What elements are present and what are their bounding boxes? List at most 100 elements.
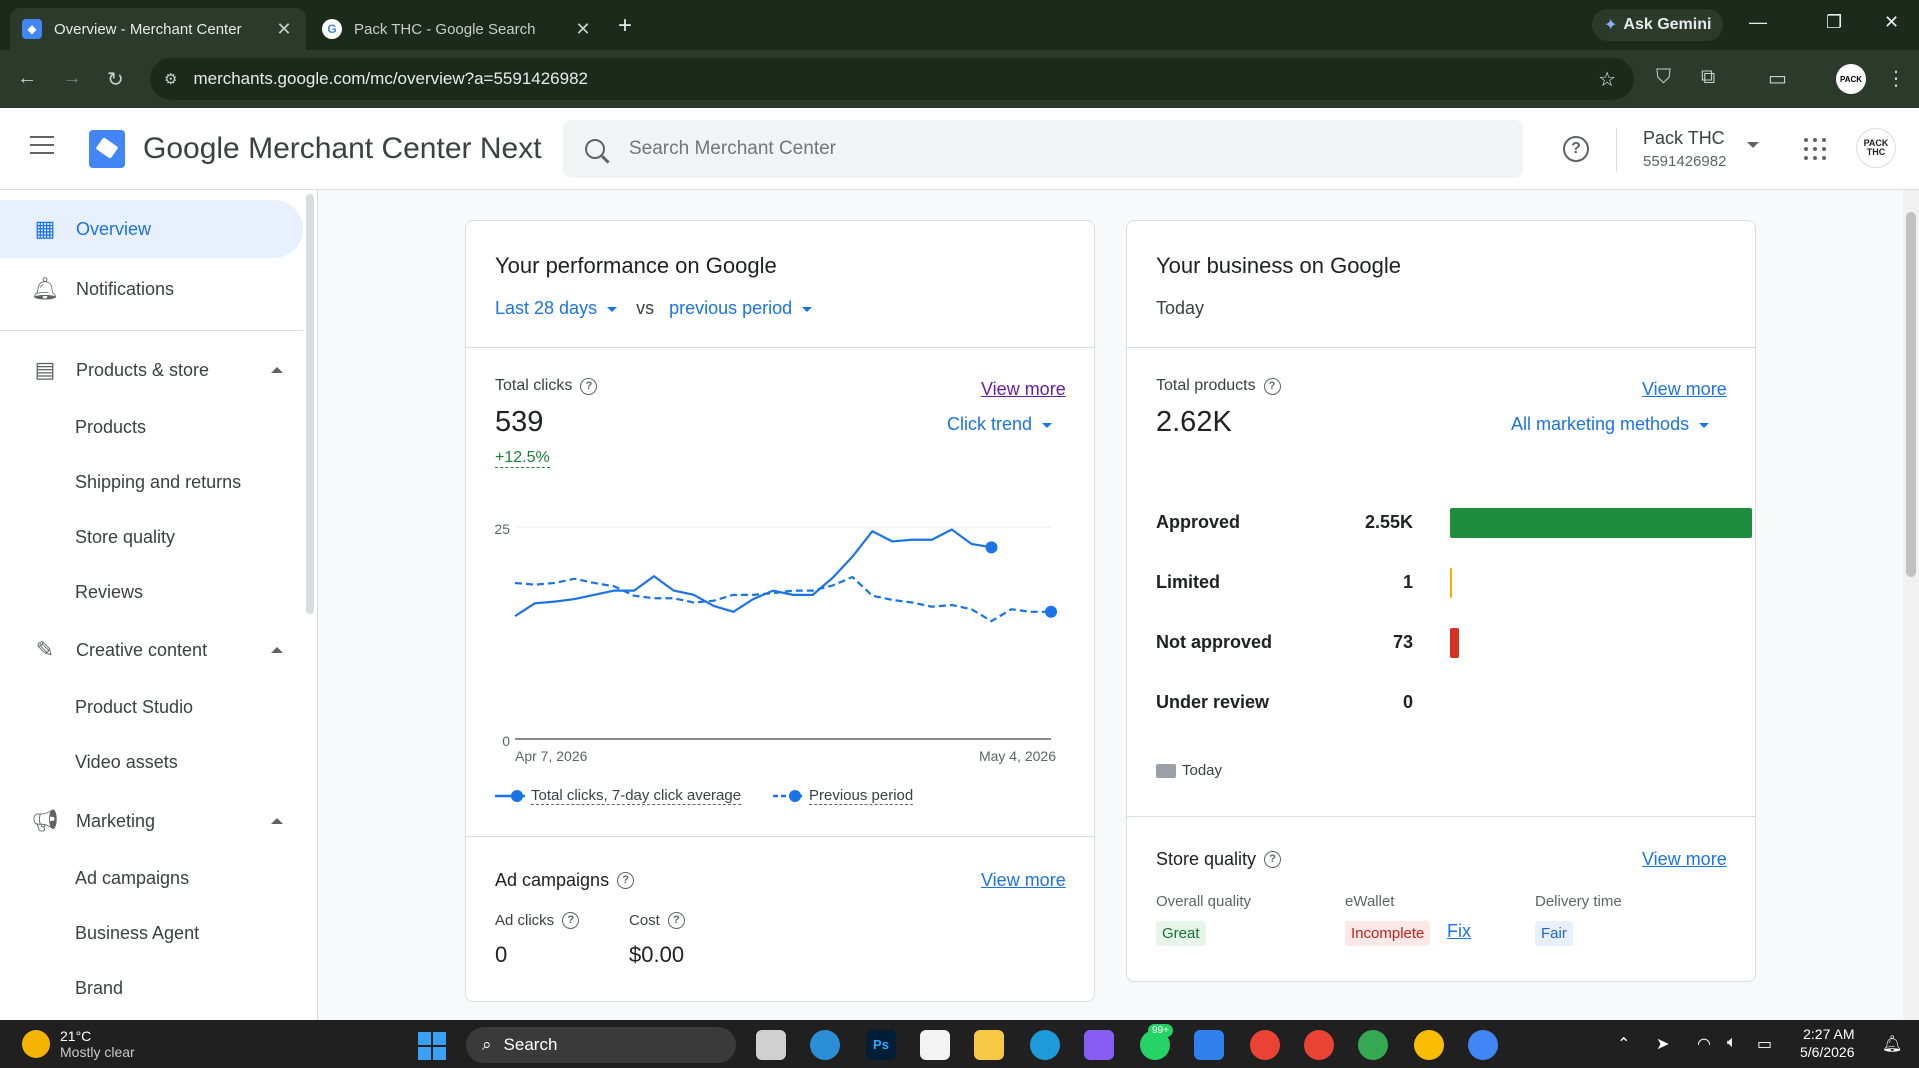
battery-icon[interactable]: ▭: [1757, 1034, 1772, 1054]
sidebar-item-ad-campaigns[interactable]: Ad campaigns: [75, 868, 189, 889]
status-row-not-approved[interactable]: Not approved 73: [1156, 628, 1726, 658]
chevron-up-icon[interactable]: [271, 367, 283, 373]
sidebar-item-notifications[interactable]: 🔔︎ Notifications: [0, 260, 303, 318]
sidebar-scrollbar[interactable]: [306, 194, 314, 614]
store-quality-view-more-link[interactable]: View more: [1642, 849, 1727, 870]
app-icon[interactable]: [810, 1030, 840, 1060]
search-input[interactable]: [629, 138, 1429, 160]
ask-gemini-button[interactable]: ✦ Ask Gemini: [1592, 9, 1724, 41]
chrome-icon[interactable]: [1358, 1030, 1388, 1060]
chrome-icon[interactable]: [1468, 1030, 1498, 1060]
help-circle-icon[interactable]: ?: [617, 872, 635, 889]
sidebar-item-products[interactable]: Products: [75, 417, 146, 438]
avatar[interactable]: PACK THC: [1856, 128, 1896, 168]
view-more-link[interactable]: View more: [1642, 379, 1727, 400]
chrome-icon[interactable]: [1414, 1030, 1444, 1060]
url-bar[interactable]: ⚙ merchants.google.com/mc/overview?a=559…: [150, 58, 1634, 100]
copilot-icon[interactable]: [1084, 1030, 1114, 1060]
extensions-puzzle-icon[interactable]: ⧉: [1701, 66, 1715, 89]
volume-icon[interactable]: 🔈︎: [1727, 1034, 1737, 1052]
total-products-value: 2.62K: [1156, 406, 1232, 438]
chrome-icon[interactable]: [1304, 1030, 1334, 1060]
sidebar-item-video-assets[interactable]: Video assets: [75, 752, 178, 773]
chevron-up-icon[interactable]: ⌃: [1617, 1034, 1630, 1054]
sidebar-item-brand[interactable]: Brand: [75, 978, 123, 999]
marketing-methods-dropdown[interactable]: All marketing methods: [1511, 414, 1723, 435]
sidebar-item-business-agent[interactable]: Business Agent: [75, 923, 199, 944]
help-icon[interactable]: ?: [1563, 136, 1589, 162]
date-range-dropdown[interactable]: Last 28 days: [495, 298, 597, 318]
restore-icon[interactable]: ❐: [1826, 12, 1842, 33]
status-row-approved[interactable]: Approved 2.55K: [1156, 508, 1752, 538]
account-id: 5591426982: [1643, 153, 1727, 170]
notifications-icon[interactable]: 🔔︎: [1882, 1034, 1902, 1054]
legend-previous[interactable]: Previous period: [773, 787, 914, 805]
sidebar-item-marketing[interactable]: 📢︎ Marketing: [0, 792, 303, 850]
compare-dropdown[interactable]: previous period: [669, 298, 792, 318]
main-menu-icon[interactable]: [30, 136, 54, 160]
location-icon[interactable]: ➤: [1656, 1034, 1669, 1054]
sidebar-item-reviews[interactable]: Reviews: [75, 582, 143, 603]
photoshop-icon[interactable]: Ps: [866, 1030, 896, 1060]
view-more-link[interactable]: View more: [981, 379, 1066, 400]
photos-icon[interactable]: [1194, 1030, 1224, 1060]
new-tab-icon[interactable]: +: [618, 12, 632, 40]
browser-menu-icon[interactable]: ⋮: [1886, 66, 1906, 91]
sidebar-item-products-store[interactable]: ▤ Products & store: [0, 341, 303, 399]
taskbar-search[interactable]: ⌕ Search: [466, 1027, 736, 1063]
status-row-under-review[interactable]: Under review 0: [1156, 688, 1726, 718]
sidebar-item-creative-content[interactable]: ✎ Creative content: [0, 621, 303, 679]
legend-current[interactable]: Total clicks, 7-day click average: [495, 787, 742, 805]
marketing-methods-label: All marketing methods: [1511, 414, 1690, 434]
help-circle-icon[interactable]: ?: [1263, 377, 1281, 395]
help-circle-icon[interactable]: ?: [667, 912, 685, 929]
tab-search-icon[interactable]: ▭: [1768, 66, 1787, 91]
performance-period: Last 28 days vs previous period: [495, 298, 826, 319]
click-trend-dropdown[interactable]: Click trend: [947, 414, 1066, 435]
window-close-icon[interactable]: ✕: [1884, 12, 1899, 33]
site-settings-icon[interactable]: ⚙: [164, 70, 177, 88]
chevron-up-icon[interactable]: [271, 647, 283, 653]
sidebar-item-store-quality[interactable]: Store quality: [75, 527, 175, 548]
file-explorer-icon[interactable]: [974, 1030, 1004, 1060]
series-endpoint-previous[interactable]: [1045, 605, 1057, 618]
tab-google-search[interactable]: G Pack THC - Google Search ✕: [310, 8, 605, 50]
weather-widget[interactable]: 21°C Mostly clear: [22, 1028, 135, 1060]
browser-profile-avatar[interactable]: PACK: [1836, 64, 1866, 94]
clicks-delta[interactable]: +12.5%: [495, 449, 550, 468]
sidebar-item-overview[interactable]: ▦ Overview: [0, 200, 303, 258]
back-icon[interactable]: ←: [17, 67, 37, 90]
edge-icon[interactable]: [1030, 1030, 1060, 1060]
google-apps-icon[interactable]: [1804, 138, 1826, 160]
chevron-up-icon[interactable]: [271, 818, 283, 824]
fix-link[interactable]: Fix: [1447, 921, 1471, 942]
sidebar-item-product-studio[interactable]: Product Studio: [75, 697, 193, 718]
series-endpoint-current[interactable]: [985, 541, 998, 554]
tab-close-icon[interactable]: ✕: [573, 19, 593, 40]
help-circle-icon[interactable]: ?: [1264, 851, 1282, 868]
total-clicks-label: Total clicks ?: [495, 377, 598, 395]
tab-merchant-center[interactable]: ◆ Overview - Merchant Center ✕: [10, 8, 306, 50]
windows-start-icon[interactable]: [418, 1032, 446, 1060]
sidebar-item-shipping[interactable]: Shipping and returns: [75, 472, 241, 493]
reload-icon[interactable]: ↻: [107, 67, 124, 92]
store-icon[interactable]: [920, 1030, 950, 1060]
minimize-icon[interactable]: —: [1749, 12, 1767, 33]
forward-icon[interactable]: →: [62, 67, 82, 90]
help-circle-icon[interactable]: ?: [580, 377, 598, 395]
sidebar-divider: [0, 330, 303, 331]
page-scrollbar-thumb[interactable]: [1906, 212, 1916, 577]
bookmark-star-icon[interactable]: ☆: [1598, 67, 1616, 92]
search-box[interactable]: [563, 120, 1523, 178]
chrome-icon[interactable]: [1250, 1030, 1280, 1060]
help-circle-icon[interactable]: ?: [562, 912, 580, 929]
tab-close-icon[interactable]: ✕: [274, 19, 294, 40]
legend-swatch: [1156, 763, 1176, 778]
wifi-icon[interactable]: ◠: [1697, 1034, 1711, 1054]
status-row-limited[interactable]: Limited 1: [1156, 568, 1726, 598]
ad-campaigns-view-more-link[interactable]: View more: [981, 870, 1066, 891]
clock[interactable]: 2:27 AM 5/6/2026: [1800, 1025, 1855, 1061]
task-view-icon[interactable]: [756, 1030, 786, 1060]
shield-extension-icon[interactable]: ⛉: [1656, 66, 1671, 89]
account-switcher[interactable]: Pack THC 5591426982: [1616, 128, 1759, 172]
